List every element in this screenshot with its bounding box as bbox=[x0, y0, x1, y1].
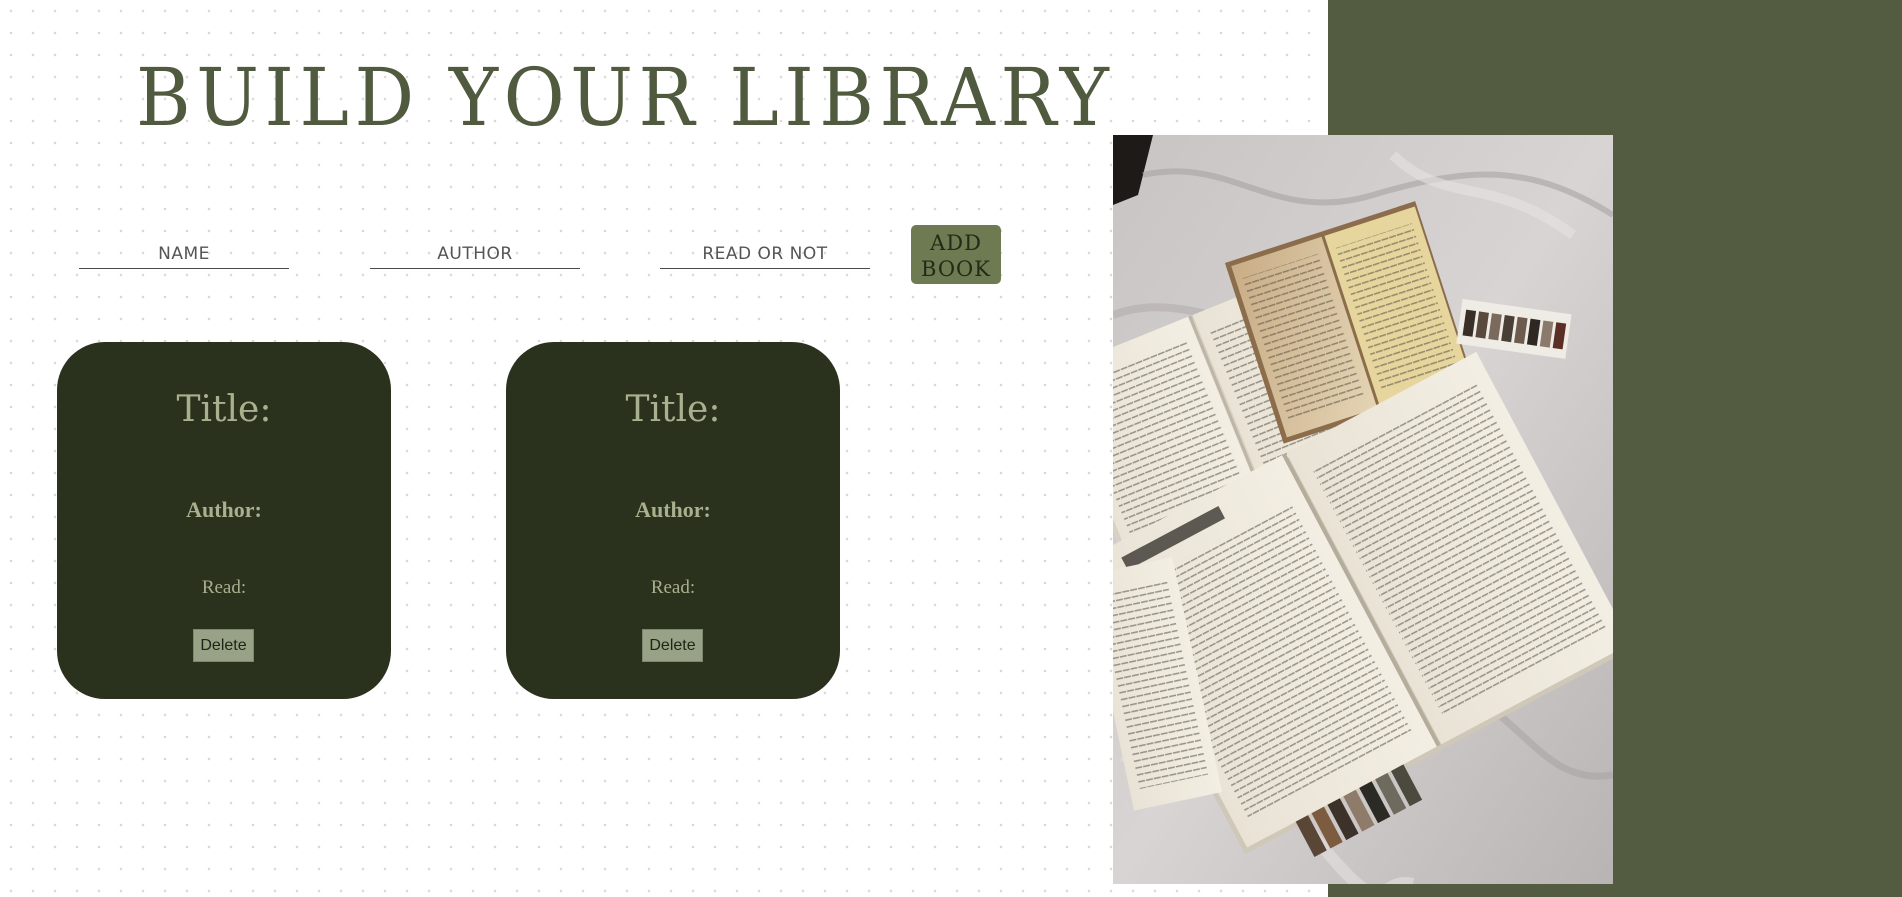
add-book-button[interactable]: ADD BOOK bbox=[911, 225, 1001, 284]
open-books-photo bbox=[1113, 135, 1613, 884]
book-title-label: Title: bbox=[176, 389, 272, 430]
book-title-label: Title: bbox=[625, 389, 721, 430]
author-input[interactable] bbox=[370, 240, 580, 269]
book-author-label: Author: bbox=[635, 497, 711, 522]
book-read-label: Read: bbox=[201, 577, 247, 598]
page-title: BUILD YOUR LIBRARY bbox=[136, 51, 1115, 144]
delete-button[interactable]: Delete bbox=[193, 629, 254, 662]
name-input[interactable] bbox=[79, 240, 289, 269]
delete-button[interactable]: Delete bbox=[642, 629, 703, 662]
add-book-button-line2: BOOK bbox=[921, 257, 991, 281]
read-status-input[interactable] bbox=[660, 240, 870, 269]
book-card: Title: Author: Read: Delete bbox=[506, 342, 840, 699]
book-read-label: Read: bbox=[650, 577, 696, 598]
add-book-button-line1: ADD bbox=[930, 231, 982, 255]
book-card: Title: Author: Read: Delete bbox=[57, 342, 391, 699]
book-author-label: Author: bbox=[186, 497, 262, 522]
